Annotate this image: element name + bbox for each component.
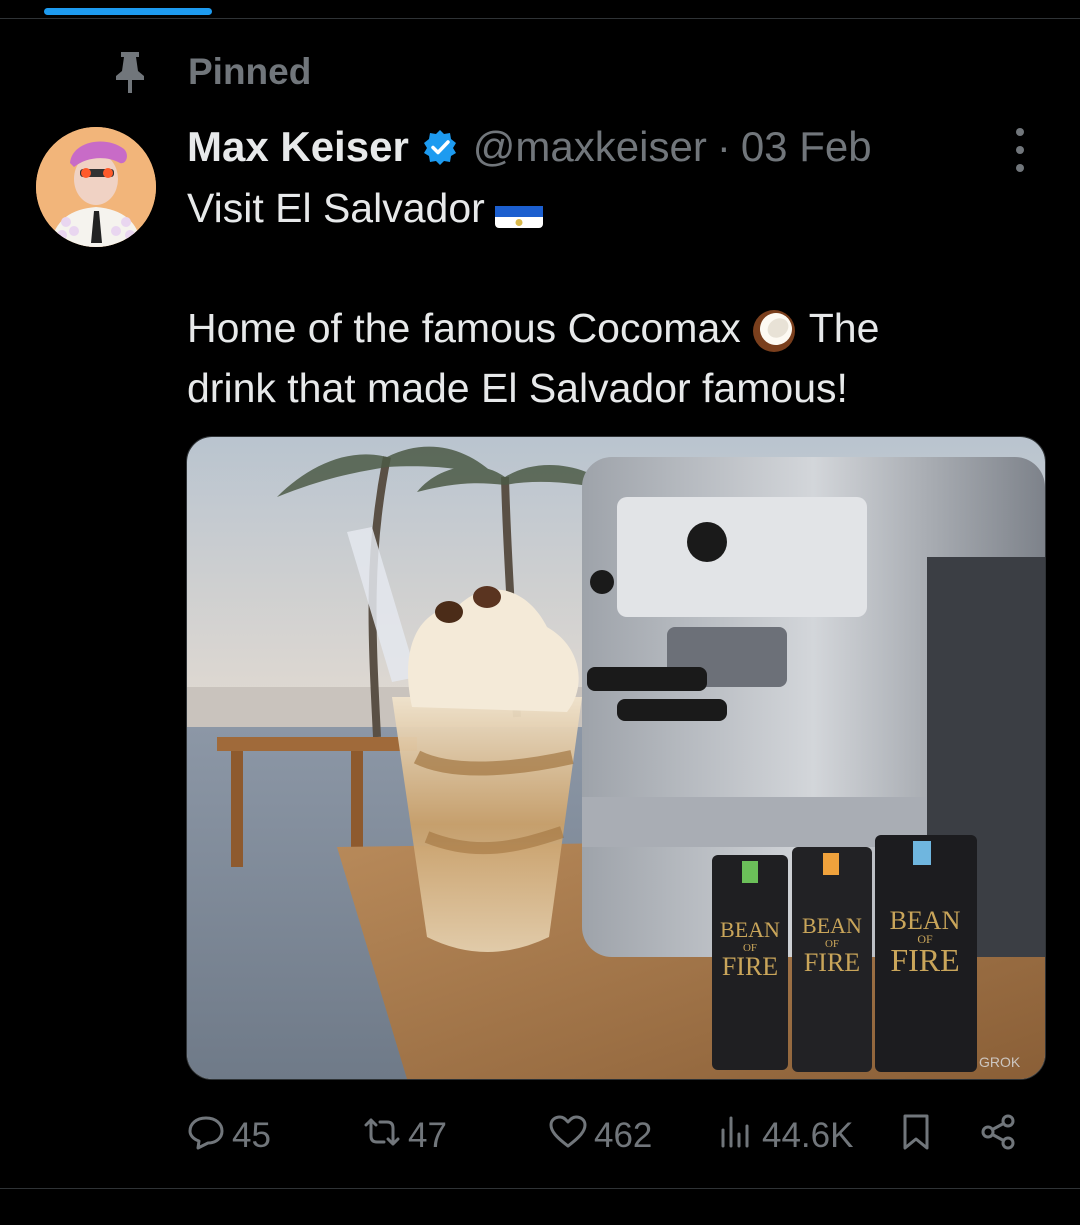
views-icon [716,1112,756,1161]
divider [0,18,1080,19]
tweet-text-line-2: Home of the famous Cocomax The [187,298,879,358]
tweet-text-home: Home of the famous Cocomax [187,305,741,351]
tweet-text-line-3: drink that made El Salvador famous! [187,365,848,411]
avatar[interactable] [36,127,156,247]
can-2-text-bean: BEAN [802,913,862,938]
can-1-text-bean: BEAN [720,917,780,942]
share-button[interactable] [978,1108,1018,1164]
like-button[interactable]: 462 [548,1108,652,1164]
tweet-text-the: The [808,305,880,351]
more-options-icon[interactable] [1000,128,1040,172]
coconut-icon [751,308,797,354]
bookmark-button[interactable] [896,1108,936,1164]
can-3-text-bean: BEAN [890,906,961,935]
grok-watermark: GROK [979,1054,1021,1070]
author-name[interactable]: Max Keiser [187,123,409,171]
tweet-image[interactable]: BEAN OF FIRE BEAN OF FIRE BEAN OF FIRE G… [186,436,1046,1080]
views-button[interactable]: 44.6K [716,1108,853,1164]
like-count: 462 [594,1116,653,1155]
tweet-text-visit: Visit El Salvador [187,185,485,231]
share-icon [978,1112,1018,1161]
bookmark-icon [896,1112,936,1161]
reply-count: 45 [232,1116,271,1155]
can-1-text-fire: FIRE [722,952,778,981]
reply-icon [186,1112,226,1161]
can-2-text-fire: FIRE [804,948,860,977]
tweet-date[interactable]: 03 Feb [741,123,872,171]
pin-icon [110,46,150,98]
reply-button[interactable]: 45 [186,1108,271,1164]
header-separator: · [716,123,731,170]
verified-badge-icon [421,128,459,166]
can-3-text-fire: FIRE [890,942,959,978]
pinned-label: Pinned [188,51,312,92]
divider [0,1188,1080,1189]
views-count: 44.6K [762,1116,854,1155]
tweet-header: Max Keiser @maxkeiser · 03 Feb [187,118,872,176]
el-salvador-flag-icon [494,195,543,228]
tweet-actions: 45 47 462 44.6K [186,1108,1026,1164]
author-handle[interactable]: @maxkeiser [473,123,707,171]
heart-icon [548,1112,588,1161]
repost-icon [362,1112,402,1161]
tweet-text-line-1: Visit El Salvador [187,178,543,238]
pinned-indicator: Pinned [110,46,311,98]
repost-button[interactable]: 47 [362,1108,447,1164]
repost-count: 47 [408,1116,447,1155]
active-tab-indicator [44,8,212,15]
